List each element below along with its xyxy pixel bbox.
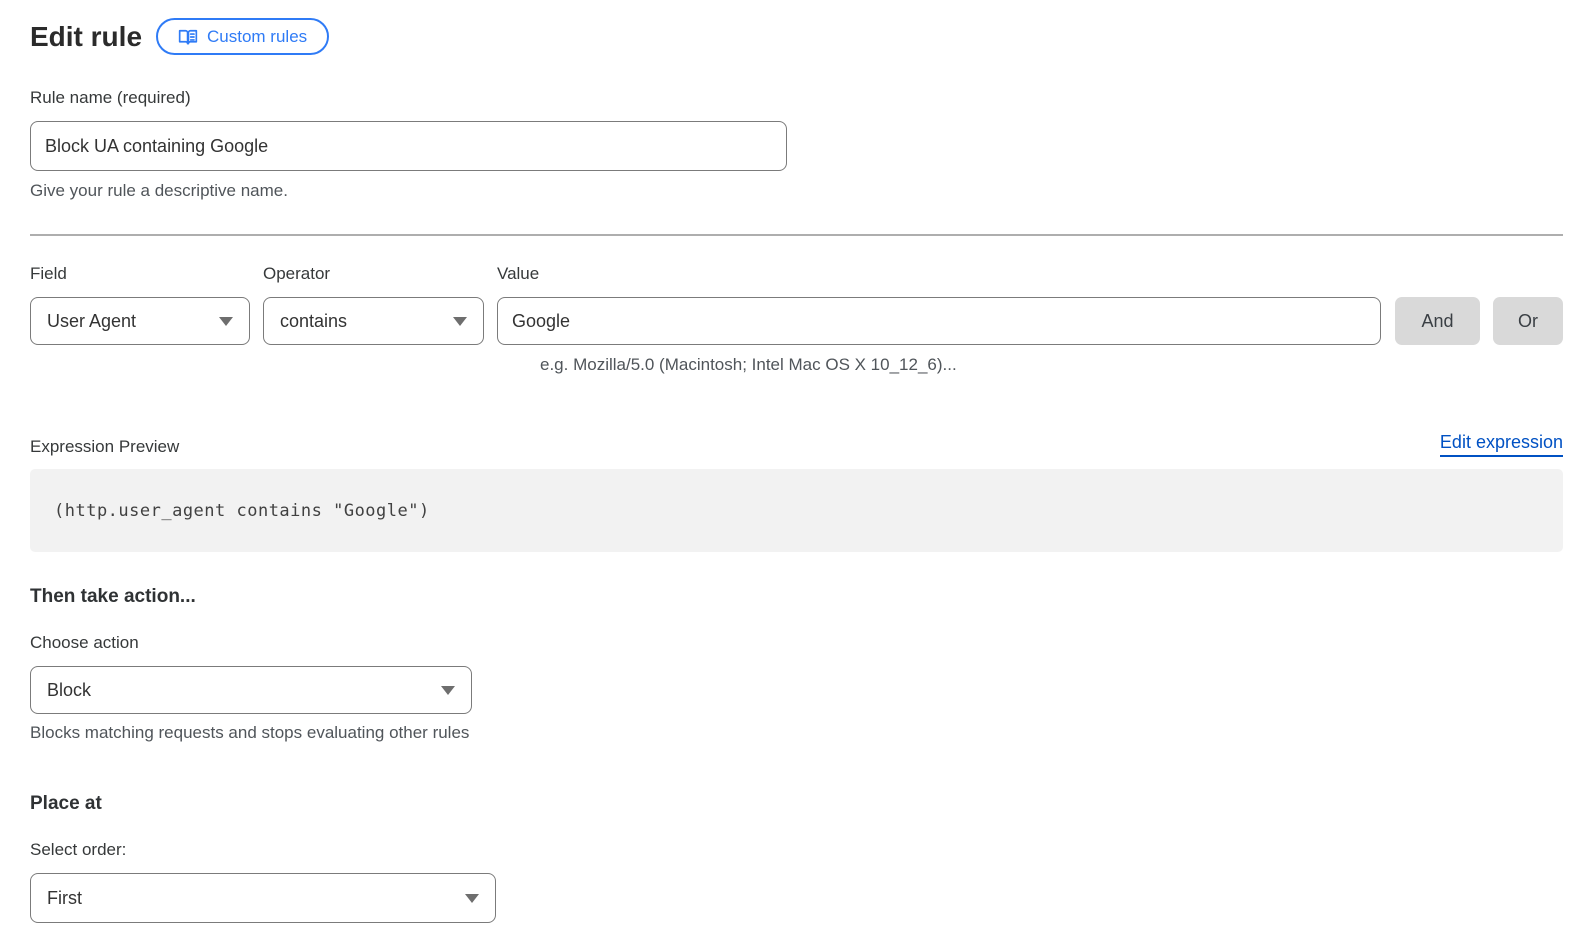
custom-rules-button[interactable]: Custom rules xyxy=(156,18,329,55)
order-select-value: First xyxy=(47,888,82,909)
or-button[interactable]: Or xyxy=(1493,297,1563,345)
page-header: Edit rule Custom rules xyxy=(30,18,1587,55)
field-select[interactable]: User Agent xyxy=(30,297,250,345)
edit-expression-link[interactable]: Edit expression xyxy=(1440,432,1563,457)
action-heading: Then take action... xyxy=(30,586,1587,608)
select-order-label: Select order: xyxy=(30,840,1587,860)
page-title: Edit rule xyxy=(30,21,142,53)
operator-select-value: contains xyxy=(280,311,347,332)
field-column: Field User Agent xyxy=(30,264,250,345)
rule-name-helper: Give your rule a descriptive name. xyxy=(30,181,1563,201)
field-label: Field xyxy=(30,264,250,284)
custom-rules-label: Custom rules xyxy=(207,27,307,47)
value-helper: e.g. Mozilla/5.0 (Macintosh; Intel Mac O… xyxy=(540,355,1587,375)
rule-name-section: Rule name (required) Give your rule a de… xyxy=(30,88,1563,201)
operator-select[interactable]: contains xyxy=(263,297,484,345)
edit-rule-page: Edit rule Custom rules Rule name (requir… xyxy=(0,0,1587,923)
open-book-icon xyxy=(178,27,198,47)
value-input[interactable] xyxy=(497,297,1381,345)
operator-label: Operator xyxy=(263,264,484,284)
expression-header: Expression Preview Edit expression xyxy=(30,432,1563,457)
action-helper: Blocks matching requests and stops evalu… xyxy=(30,723,1587,743)
expression-preview-box: (http.user_agent contains "Google") xyxy=(30,469,1563,552)
expression-code: (http.user_agent contains "Google") xyxy=(54,501,430,521)
chevron-down-icon xyxy=(441,686,455,695)
operator-column: Operator contains xyxy=(263,264,484,345)
place-at-heading: Place at xyxy=(30,793,1587,815)
action-select[interactable]: Block xyxy=(30,666,472,714)
rule-name-input[interactable] xyxy=(30,121,787,171)
and-button[interactable]: And xyxy=(1395,297,1480,345)
value-label: Value xyxy=(497,264,1381,284)
section-divider xyxy=(30,234,1563,236)
rule-name-label: Rule name (required) xyxy=(30,88,1563,108)
chevron-down-icon xyxy=(453,317,467,326)
chevron-down-icon xyxy=(465,894,479,903)
chevron-down-icon xyxy=(219,317,233,326)
choose-action-label: Choose action xyxy=(30,633,1587,653)
order-select[interactable]: First xyxy=(30,873,496,923)
placement-section: Place at Select order: First xyxy=(30,793,1587,923)
expression-preview-label: Expression Preview xyxy=(30,437,179,457)
action-select-value: Block xyxy=(47,680,91,701)
field-select-value: User Agent xyxy=(47,311,136,332)
value-column: Value xyxy=(497,264,1381,345)
action-section: Then take action... Choose action Block … xyxy=(30,586,1587,743)
condition-row: Field User Agent Operator contains Value… xyxy=(30,264,1563,345)
